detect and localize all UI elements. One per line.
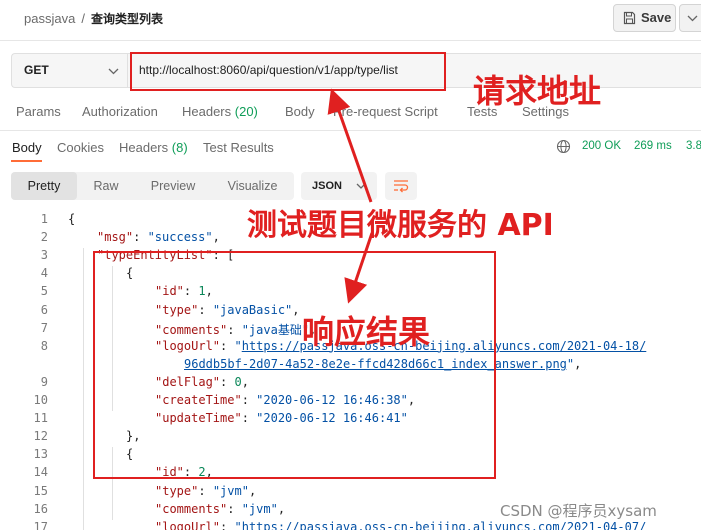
annotation-url-label: 请求地址 xyxy=(473,72,602,110)
arrow-to-url xyxy=(327,88,373,203)
watermark: CSDN @程序员xysam xyxy=(500,502,657,520)
annotation-result-label: 响应结果 xyxy=(302,313,431,351)
annotation-api-label: 测试题目微服务的 API xyxy=(247,208,554,243)
